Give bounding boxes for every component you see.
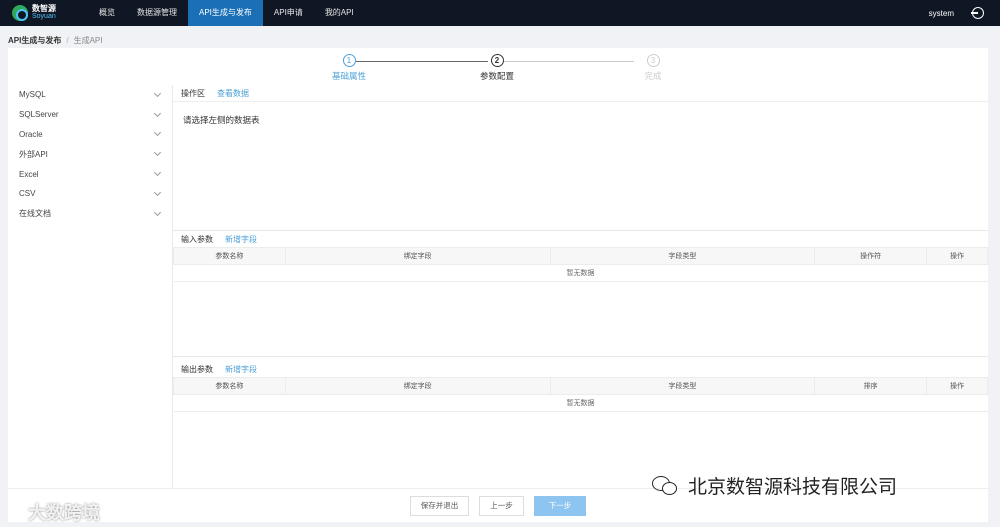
- nav-api-publish[interactable]: API生成与发布: [188, 0, 263, 26]
- op-area: 请选择左侧的数据表: [173, 101, 988, 231]
- add-output-field-link[interactable]: 新增字段: [225, 364, 257, 375]
- sidebar-item-label: 外部API: [19, 149, 48, 159]
- username[interactable]: system: [929, 9, 954, 18]
- step-number: 2: [490, 54, 504, 67]
- sidebar-item-label: Oracle: [19, 129, 43, 139]
- sidebar-item-oracle[interactable]: Oracle: [8, 125, 172, 145]
- logo[interactable]: 数智源 Soyuan: [0, 5, 88, 21]
- logo-subtitle: Soyuan: [32, 13, 56, 20]
- step-number: 3: [646, 54, 660, 67]
- breadcrumb-parent[interactable]: API生成与发布: [8, 35, 61, 46]
- column-header: 绑定字段: [284, 247, 551, 265]
- empty-state: 暂无数据: [173, 394, 988, 412]
- empty-state: 暂无数据: [173, 264, 988, 282]
- column-header: 字段类型: [549, 377, 816, 395]
- column-header: 操作: [926, 247, 988, 265]
- prev-step-button[interactable]: 上一步: [479, 495, 524, 516]
- column-header: 参数名称: [173, 377, 286, 395]
- wechat-icon: [652, 475, 680, 496]
- logo-icon: [12, 5, 28, 21]
- sidebar-item-mysql[interactable]: MySQL: [8, 85, 172, 105]
- breadcrumb-current: 生成API: [73, 35, 103, 45]
- step-param-config: 2 参数配置: [467, 54, 527, 82]
- column-header: 绑定字段: [284, 377, 551, 395]
- output-params-title: 输出参数: [181, 364, 213, 374]
- watermark-right-text: 北京数智源科技有限公司: [688, 477, 898, 498]
- output-params-table: 参数名称 绑定字段 字段类型 排序 操作 暂无数据: [173, 377, 988, 412]
- chevron-down-icon: [153, 208, 162, 216]
- step-basic-attributes: 1 基础属性: [319, 54, 379, 82]
- column-header: 排序: [814, 377, 928, 395]
- sidebar-item-csv[interactable]: CSV: [8, 184, 172, 204]
- top-navbar: 数智源 Soyuan 概览 数据源管理 API生成与发布 API申请 我的API…: [0, 0, 1000, 26]
- input-params-table-wrap: 参数名称 绑定字段 字段类型 操作符 操作 暂无数据: [173, 247, 988, 357]
- input-params-table: 参数名称 绑定字段 字段类型 操作符 操作 暂无数据: [173, 247, 988, 282]
- breadcrumb-separator: /: [66, 35, 69, 45]
- save-and-exit-button[interactable]: 保存并退出: [409, 495, 470, 516]
- step-label: 基础属性: [331, 71, 366, 81]
- sidebar-item-label: Excel: [19, 169, 39, 179]
- sidebar-item-label: 在线文档: [19, 209, 51, 219]
- step-indicator: 1 基础属性 2 参数配置 3 完成: [332, 54, 674, 84]
- main-card: 1 基础属性 2 参数配置 3 完成 MySQL SQLServer Oracl…: [8, 48, 988, 522]
- main-nav: 概览 数据源管理 API生成与发布 API申请 我的API: [88, 0, 365, 26]
- column-header: 操作符: [814, 247, 928, 265]
- input-params-title: 输入参数: [181, 234, 213, 244]
- column-header: 参数名称: [173, 247, 286, 265]
- sidebar-item-online-doc[interactable]: 在线文档: [8, 204, 172, 224]
- sidebar-item-label: CSV: [19, 189, 36, 199]
- chevron-down-icon: [153, 149, 162, 157]
- watermark-left-text: 大数跨境: [28, 503, 100, 523]
- op-area-title: 操作区: [181, 88, 205, 98]
- add-input-field-link[interactable]: 新增字段: [225, 234, 257, 245]
- op-area-header: 操作区 查看数据: [173, 85, 988, 101]
- nav-overview[interactable]: 概览: [88, 0, 126, 26]
- column-header: 字段类型: [549, 247, 816, 265]
- output-params-header: 输出参数 新增字段: [173, 361, 988, 377]
- step-number: 1: [342, 54, 356, 67]
- column-header: 操作: [926, 377, 988, 395]
- step-complete: 3 完成: [623, 54, 683, 82]
- nav-api-apply[interactable]: API申请: [263, 0, 314, 26]
- next-step-button[interactable]: 下一步: [533, 495, 587, 516]
- chevron-down-icon: [153, 129, 162, 137]
- watermark-left: 大数跨境: [8, 499, 100, 525]
- sidebar-item-label: MySQL: [19, 90, 46, 100]
- chevron-down-icon: [153, 188, 162, 196]
- workspace: 操作区 查看数据 请选择左侧的数据表 输入参数 新增字段 参数名称 绑定字段 字…: [173, 85, 988, 488]
- logo-name: 数智源: [32, 4, 56, 13]
- op-area-hint: 请选择左侧的数据表: [183, 115, 260, 125]
- sidebar-item-sqlserver[interactable]: SQLServer: [8, 105, 172, 125]
- view-data-link[interactable]: 查看数据: [217, 88, 249, 99]
- chevron-down-icon: [153, 169, 162, 177]
- datasource-sidebar: MySQL SQLServer Oracle 外部API Excel CSV 在…: [8, 85, 173, 488]
- watermark-right: 北京数智源科技有限公司: [652, 472, 897, 499]
- sidebar-item-excel[interactable]: Excel: [8, 164, 172, 184]
- step-label: 完成: [644, 71, 662, 81]
- chevron-down-icon: [153, 89, 162, 97]
- nav-my-api[interactable]: 我的API: [314, 0, 365, 26]
- sidebar-item-label: SQLServer: [19, 110, 59, 120]
- sidebar-item-external-api[interactable]: 外部API: [8, 144, 172, 164]
- watermark-logo-icon: [8, 506, 22, 518]
- chevron-down-icon: [153, 109, 162, 117]
- logout-icon[interactable]: [971, 7, 984, 19]
- step-label: 参数配置: [479, 71, 514, 81]
- input-params-header: 输入参数 新增字段: [173, 231, 988, 247]
- breadcrumb: API生成与发布 / 生成API: [8, 33, 102, 47]
- nav-datasource-management[interactable]: 数据源管理: [126, 0, 188, 26]
